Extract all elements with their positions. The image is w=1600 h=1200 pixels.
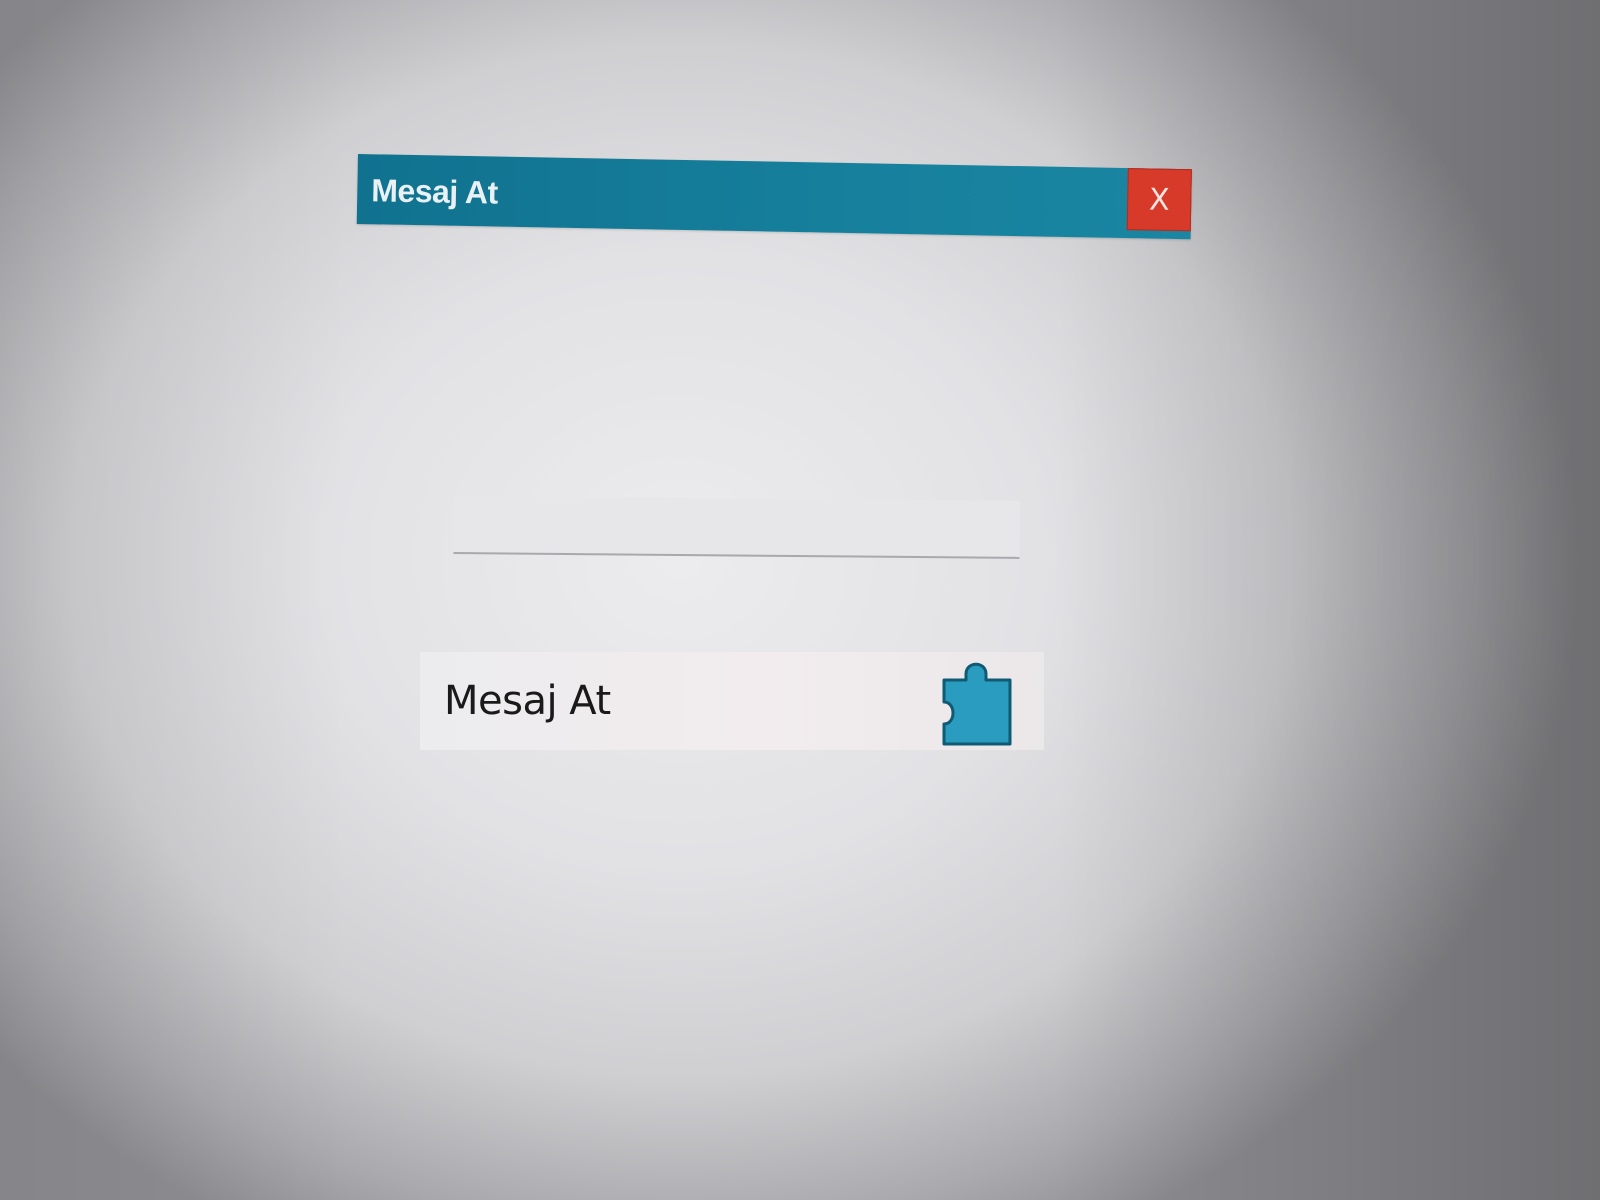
window-title: Mesaj At (371, 172, 499, 211)
window-titlebar[interactable]: Mesaj At X (356, 154, 1192, 240)
send-message-label: Mesaj At (444, 678, 611, 724)
message-input[interactable] (453, 496, 1020, 559)
close-icon: X (1148, 182, 1170, 218)
close-button[interactable]: X (1126, 168, 1192, 232)
send-message-button[interactable]: Mesaj At (420, 652, 1044, 750)
puzzle-icon (942, 662, 1012, 746)
